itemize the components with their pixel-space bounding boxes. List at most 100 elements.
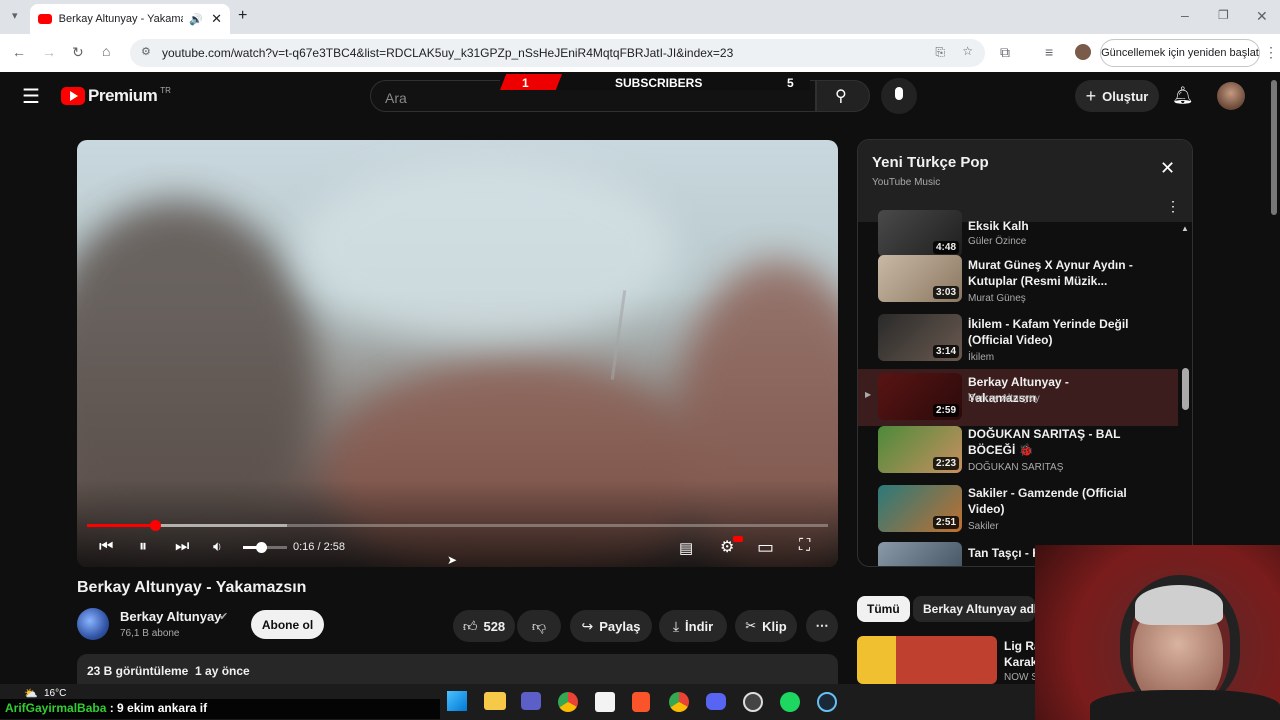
discord-icon[interactable] bbox=[706, 693, 726, 710]
progress-scrubber-handle[interactable] bbox=[150, 520, 162, 531]
media-control-icon[interactable]: ≡ bbox=[1045, 44, 1053, 60]
volume-handle[interactable] bbox=[255, 542, 267, 553]
more-actions-button[interactable]: ⋯ bbox=[806, 610, 838, 642]
volume-slider[interactable] bbox=[243, 542, 287, 553]
notifications-bell-icon[interactable]: 🔔︎ bbox=[1172, 86, 1194, 106]
video-player[interactable] bbox=[77, 140, 838, 567]
tab-audio-icon[interactable]: 🔊 bbox=[189, 13, 203, 26]
like-count: 528 bbox=[483, 618, 506, 634]
thumbs-up-icon: 👍︎ bbox=[462, 617, 478, 634]
playlist-item-channel: Sakiler bbox=[968, 521, 999, 532]
obs-icon[interactable] bbox=[743, 692, 763, 712]
recommended-title-line2[interactable]: Karak bbox=[1004, 655, 1037, 669]
channel-avatar[interactable] bbox=[77, 608, 109, 640]
subscriber-left-value: 1 bbox=[522, 76, 529, 90]
playlist-close-icon[interactable]: ✕ bbox=[1160, 158, 1175, 179]
menu-dots-icon[interactable]: ⋮ bbox=[1264, 44, 1278, 61]
playlist-subtitle[interactable]: YouTube Music bbox=[872, 177, 940, 188]
pause-icon[interactable]: ⏸ bbox=[139, 538, 147, 556]
file-explorer-icon[interactable] bbox=[484, 692, 506, 710]
voice-search-button[interactable] bbox=[881, 78, 917, 114]
view-count-and-date: 23 B görüntüleme 1 ay önce bbox=[87, 664, 250, 678]
spotify-icon[interactable] bbox=[780, 692, 800, 712]
chrome-active-icon[interactable] bbox=[669, 692, 689, 712]
next-icon[interactable]: ⏭ bbox=[175, 538, 189, 556]
playlist-thumbnail: 3:03 bbox=[878, 255, 962, 302]
microphone-icon bbox=[895, 87, 903, 100]
minimize-icon[interactable]: – bbox=[1181, 7, 1189, 23]
brave-icon[interactable] bbox=[632, 692, 650, 712]
site-info-icon[interactable]: ⚙ bbox=[141, 45, 151, 58]
subtitles-icon[interactable]: ▤ bbox=[679, 539, 693, 557]
playlist-item-current[interactable]: ▶ 2:59 Berkay Altunyay - Yakamazsın Berk… bbox=[858, 369, 1178, 426]
tab-list-chevron-icon[interactable]: ▾ bbox=[12, 9, 18, 22]
youtube-logo[interactable]: Premium TR bbox=[61, 86, 171, 106]
playlist-item-title: Sakiler - Gamzende (Official Video) bbox=[968, 486, 1127, 516]
close-window-icon[interactable]: ✕ bbox=[1256, 8, 1268, 25]
playlist-scrollbar[interactable] bbox=[1182, 368, 1189, 410]
playlist-item[interactable]: 3:14 İkilem - Kafam Yerinde Değil (Offic… bbox=[858, 314, 1178, 372]
volume-icon[interactable]: 🔉︎ bbox=[213, 538, 222, 555]
chip-channel[interactable]: Berkay Altunyay adlı bbox=[913, 596, 1035, 622]
playlist-panel: Yeni Türkçe Pop YouTube Music ✕ ⋮ 4:48 E… bbox=[857, 139, 1193, 567]
video-duration: 2:23 bbox=[932, 457, 959, 470]
bookmark-star-icon[interactable]: ☆ bbox=[962, 44, 973, 58]
playlist-item[interactable]: 3:03 Murat Güneş X Aynur Aydın - Kutupla… bbox=[858, 255, 1178, 313]
address-bar[interactable]: ⚙ youtube.com/watch?v=t-q67e3TBC4&list=R… bbox=[130, 39, 985, 67]
youtube-favicon-icon bbox=[38, 14, 52, 24]
clip-button[interactable]: ✂ Klip bbox=[735, 610, 797, 642]
playlist-item[interactable]: 2:23 DOĞUKAN SARITAŞ - BAL BÖCEĞİ 🐞 DOĞU… bbox=[858, 426, 1178, 484]
share-button[interactable]: ↪ Paylaş bbox=[570, 610, 652, 642]
playlist-thumbnail: 3:14 bbox=[878, 314, 962, 361]
scroll-up-arrow-icon[interactable]: ▲ bbox=[1181, 224, 1189, 233]
subscriber-label: SUBSCRIBERS bbox=[615, 76, 703, 90]
download-button[interactable]: ⤓ İndir bbox=[659, 610, 727, 642]
restore-icon[interactable]: ❐ bbox=[1218, 8, 1229, 22]
streamer-hair bbox=[1135, 585, 1223, 625]
store-icon[interactable] bbox=[595, 692, 615, 712]
chip-all[interactable]: Tümü bbox=[857, 596, 910, 622]
extensions-icon[interactable]: ⧉ bbox=[1000, 44, 1010, 61]
share-arrow-icon: ↪ bbox=[581, 617, 594, 634]
dislike-button[interactable]: 👎︎ bbox=[517, 610, 561, 642]
new-tab-icon[interactable]: + bbox=[238, 7, 247, 25]
search-button[interactable]: ⚲ bbox=[816, 80, 870, 112]
more-dots-icon: ⋯ bbox=[815, 618, 829, 633]
previous-icon[interactable]: ⏮ bbox=[99, 538, 113, 556]
tab-close-icon[interactable]: ✕ bbox=[211, 11, 222, 27]
description-box[interactable]: 23 B görüntüleme 1 ay önce bbox=[77, 654, 838, 684]
forward-icon[interactable]: → bbox=[42, 44, 56, 60]
browser-tab[interactable]: Berkay Altunyay - Yakamazsın 🔊 ✕ bbox=[30, 4, 230, 34]
video-duration: 3:14 bbox=[932, 345, 959, 358]
recommended-thumbnail[interactable] bbox=[857, 636, 997, 684]
fullscreen-icon[interactable]: ⛶ bbox=[799, 537, 810, 555]
create-button[interactable]: + Oluştur bbox=[1075, 80, 1159, 112]
playlist-item-title: Eksik Kalh bbox=[968, 219, 1029, 233]
like-button[interactable]: 👍︎ 528 bbox=[453, 610, 515, 642]
playlist-title[interactable]: Yeni Türkçe Pop bbox=[872, 154, 989, 171]
playlist-item[interactable]: 2:51 Sakiler - Gamzende (Official Video)… bbox=[858, 485, 1178, 543]
update-button[interactable]: Güncellemek için yeniden başlat bbox=[1100, 39, 1260, 67]
profile-avatar[interactable] bbox=[1075, 44, 1091, 60]
steam-icon[interactable] bbox=[817, 692, 837, 712]
start-menu-icon[interactable] bbox=[447, 691, 467, 711]
account-avatar[interactable] bbox=[1217, 82, 1245, 110]
verified-check-icon: ✔ bbox=[219, 611, 229, 623]
download-icon: ⤓ bbox=[672, 617, 680, 634]
scissors-icon: ✂ bbox=[745, 618, 757, 633]
hamburger-menu-icon[interactable]: ☰ bbox=[22, 84, 40, 109]
theater-mode-icon[interactable]: ▭ bbox=[757, 537, 774, 558]
install-app-icon[interactable]: ⎘ bbox=[935, 45, 945, 60]
home-icon[interactable]: ⌂ bbox=[102, 43, 110, 59]
channel-row: Berkay Altunyay ✔ 76,1 B abone Abone ol … bbox=[77, 606, 838, 646]
reload-icon[interactable]: ↻ bbox=[72, 44, 84, 61]
chrome-icon[interactable] bbox=[558, 692, 578, 712]
url-text: youtube.com/watch?v=t-q67e3TBC4&list=RDC… bbox=[162, 46, 734, 60]
page-scrollbar-thumb[interactable] bbox=[1271, 80, 1277, 215]
back-icon[interactable]: ← bbox=[12, 44, 26, 60]
channel-name[interactable]: Berkay Altunyay bbox=[120, 609, 221, 624]
playlist-item-title: İkilem - Kafam Yerinde Değil (Official V… bbox=[968, 317, 1129, 347]
teams-icon[interactable] bbox=[521, 692, 541, 710]
subscribe-button[interactable]: Abone ol bbox=[251, 610, 324, 639]
progress-bar[interactable] bbox=[87, 520, 828, 531]
